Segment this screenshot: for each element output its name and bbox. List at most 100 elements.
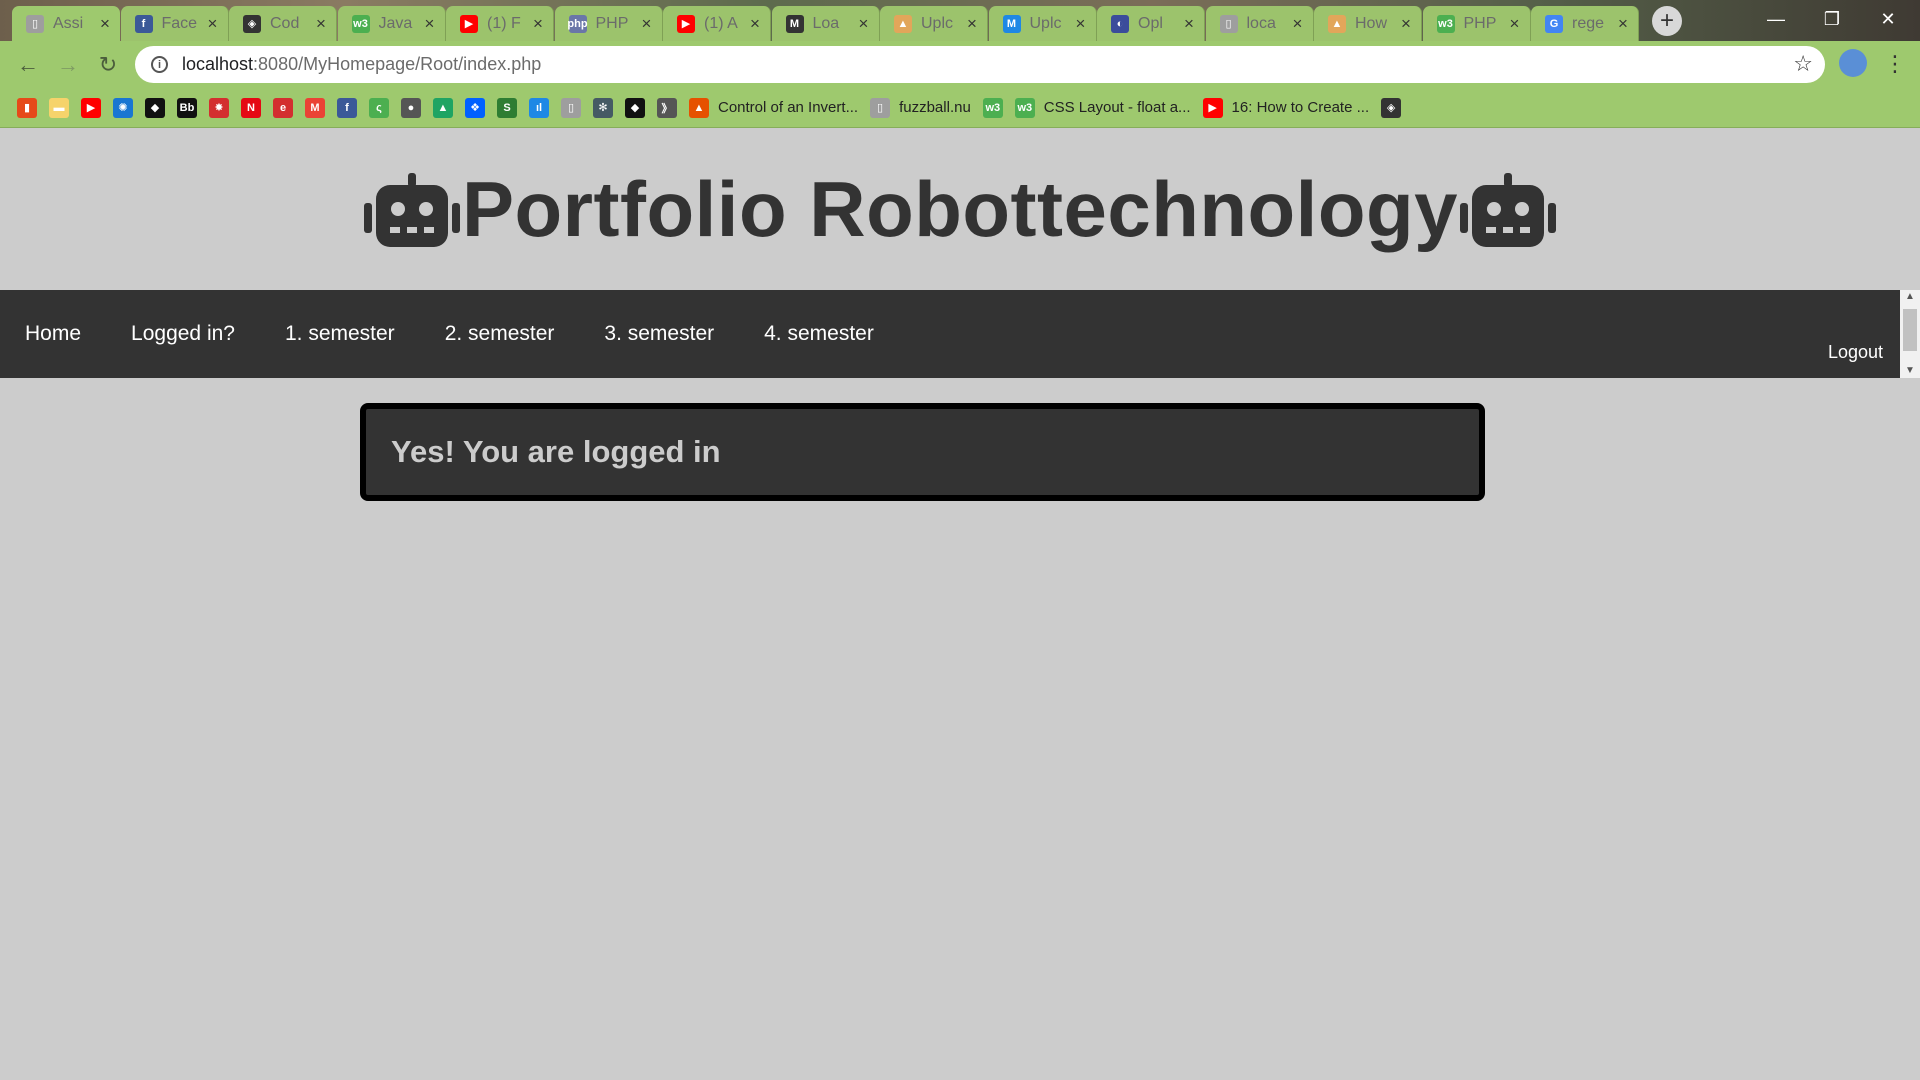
- tab-close-icon[interactable]: ×: [1180, 14, 1198, 34]
- scroll-down-icon[interactable]: ▼: [1900, 364, 1920, 378]
- browser-tab[interactable]: w3 PHP ×: [1422, 6, 1531, 41]
- bookmark-item[interactable]: ▯ fuzzball.nu: [870, 93, 971, 123]
- bookmark-item[interactable]: f: [337, 93, 357, 123]
- bookmark-item[interactable]: ❖: [465, 93, 485, 123]
- browser-tab[interactable]: ▯ loca ×: [1205, 6, 1314, 41]
- tab-close-icon[interactable]: ×: [421, 14, 439, 34]
- browser-tab[interactable]: ▲ Uplc ×: [880, 6, 988, 41]
- forward-arrow-icon[interactable]: →: [48, 45, 88, 85]
- tab-title: PHP: [595, 14, 629, 32]
- bookmark-item[interactable]: ◆: [145, 93, 165, 123]
- bookmark-item[interactable]: ◆: [625, 93, 645, 123]
- tab-close-icon[interactable]: ×: [312, 14, 330, 34]
- folder-icon: ▬: [49, 97, 69, 118]
- restore-button[interactable]: ❐: [1804, 4, 1860, 34]
- browser-tab[interactable]: Grege ×: [1531, 6, 1639, 41]
- scrollbar-thumb[interactable]: [1903, 309, 1917, 351]
- tab-title: Uplc: [1029, 14, 1062, 32]
- google-icon: G: [1545, 14, 1563, 33]
- bookmark-star-icon[interactable]: ☆: [1793, 51, 1813, 77]
- browser-tab[interactable]: M Loa ×: [771, 6, 880, 41]
- reload-icon[interactable]: ↻: [88, 45, 128, 85]
- bookmark-item[interactable]: M: [305, 93, 325, 123]
- browser-tab[interactable]: f Face ×: [120, 6, 229, 41]
- bookmark-item[interactable]: w3 CSS Layout - float a...: [1014, 93, 1191, 123]
- browser-tab[interactable]: php PHP ×: [554, 6, 663, 41]
- browser-tab[interactable]: ▶ (1) F ×: [446, 6, 554, 41]
- back-arrow-icon[interactable]: ←: [8, 45, 48, 85]
- bookmark-item[interactable]: ▬: [49, 93, 69, 123]
- bookmark-item[interactable]: N: [241, 93, 261, 123]
- tab-close-icon[interactable]: ×: [963, 14, 981, 34]
- bookmark-item[interactable]: ▲ Control of an Invert...: [689, 93, 858, 123]
- new-tab-button[interactable]: +: [1652, 6, 1682, 36]
- bookmark-item[interactable]: ◈: [1381, 93, 1402, 123]
- bookmark-item[interactable]: ıl: [529, 93, 549, 123]
- tab-close-icon[interactable]: ×: [1289, 14, 1307, 34]
- logout-link[interactable]: Logout: [1828, 342, 1883, 363]
- nav-home[interactable]: Home: [0, 290, 106, 378]
- bookmark-item[interactable]: ▲: [433, 93, 453, 123]
- tab-close-icon[interactable]: ×: [1397, 14, 1415, 34]
- bookmark-item[interactable]: ς: [369, 93, 389, 123]
- tab-title: Uplc: [921, 14, 954, 32]
- bookmark-item[interactable]: ✻: [593, 93, 613, 123]
- robot-icon: [1460, 172, 1557, 247]
- address-bar[interactable]: i localhost:8080/MyHomepage/Root/index.p…: [135, 46, 1825, 83]
- nav-semester-3[interactable]: 3. semester: [579, 290, 739, 378]
- browser-tab[interactable]: ◈ Cod ×: [229, 6, 337, 41]
- scroll-up-icon[interactable]: ▲: [1900, 290, 1920, 304]
- bookmark-item[interactable]: ✺: [113, 93, 133, 123]
- dropbox-icon: ❖: [465, 97, 485, 118]
- scrollbar[interactable]: ▲ ▼: [1900, 290, 1920, 378]
- bookmark-item[interactable]: ▯: [561, 93, 581, 123]
- red-star-icon: ✸: [209, 97, 229, 118]
- matlab-icon: ▲: [689, 97, 709, 118]
- site-info-icon[interactable]: i: [151, 56, 168, 73]
- bookmark-item[interactable]: ▶: [81, 93, 101, 123]
- bookmark-item[interactable]: ▶ 16: How to Create ...: [1202, 93, 1369, 123]
- profile-avatar[interactable]: [1839, 49, 1867, 77]
- bookmark-item[interactable]: ▮: [17, 93, 37, 123]
- browser-tab[interactable]: ▲ How ×: [1314, 6, 1422, 41]
- tab-title: Java: [378, 14, 413, 32]
- tab-close-icon[interactable]: ×: [855, 14, 873, 34]
- nav-logged-in[interactable]: Logged in?: [106, 290, 260, 378]
- tab-close-icon[interactable]: ×: [1614, 14, 1632, 34]
- tab-close-icon[interactable]: ×: [638, 14, 656, 34]
- browser-toolbar: ← → ↻ i localhost:8080/MyHomepage/Root/i…: [0, 41, 1920, 88]
- tab-close-icon[interactable]: ×: [1072, 14, 1090, 34]
- bookmark-item[interactable]: S: [497, 93, 517, 123]
- menu-dots-icon[interactable]: ⋮: [1880, 47, 1910, 81]
- tab-title: Opl: [1138, 14, 1163, 32]
- bookmark-item[interactable]: e: [273, 93, 293, 123]
- bookmark-item[interactable]: ●: [401, 93, 421, 123]
- tab-close-icon[interactable]: ×: [204, 14, 222, 34]
- youtube-icon: ▶: [1202, 97, 1223, 118]
- nav-semester-2[interactable]: 2. semester: [420, 290, 580, 378]
- browser-tab[interactable]: ▶ (1) A ×: [663, 6, 771, 41]
- nav-semester-1[interactable]: 1. semester: [260, 290, 420, 378]
- facebook-icon: f: [134, 14, 153, 33]
- bookmark-item[interactable]: w3: [982, 93, 1003, 123]
- tab-close-icon[interactable]: ×: [529, 14, 547, 34]
- bookmark-item[interactable]: Bb: [177, 93, 197, 123]
- close-window-button[interactable]: ✕: [1860, 4, 1916, 34]
- browser-tab[interactable]: w3 Java ×: [337, 6, 446, 41]
- youtube-icon: ▶: [677, 14, 695, 33]
- browser-tab[interactable]: M Uplc ×: [988, 6, 1097, 41]
- nav-semester-4[interactable]: 4. semester: [739, 290, 899, 378]
- tab-close-icon[interactable]: ×: [96, 14, 114, 34]
- minimize-button[interactable]: —: [1748, 4, 1804, 34]
- bb-icon: Bb: [177, 97, 197, 118]
- tab-close-icon[interactable]: ×: [1506, 14, 1524, 34]
- browser-tab[interactable]: ▯ Assi ×: [12, 6, 120, 41]
- m-icon: M: [1002, 14, 1021, 33]
- browser-tab[interactable]: ◐ Opl ×: [1097, 6, 1205, 41]
- flame-icon: ▲: [1328, 14, 1346, 33]
- bookmark-item[interactable]: 》: [657, 93, 677, 123]
- codepen-icon: ◈: [243, 14, 261, 33]
- tab-close-icon[interactable]: ×: [746, 14, 764, 34]
- bookmark-item[interactable]: ✸: [209, 93, 229, 123]
- drive-icon: ▲: [433, 97, 453, 118]
